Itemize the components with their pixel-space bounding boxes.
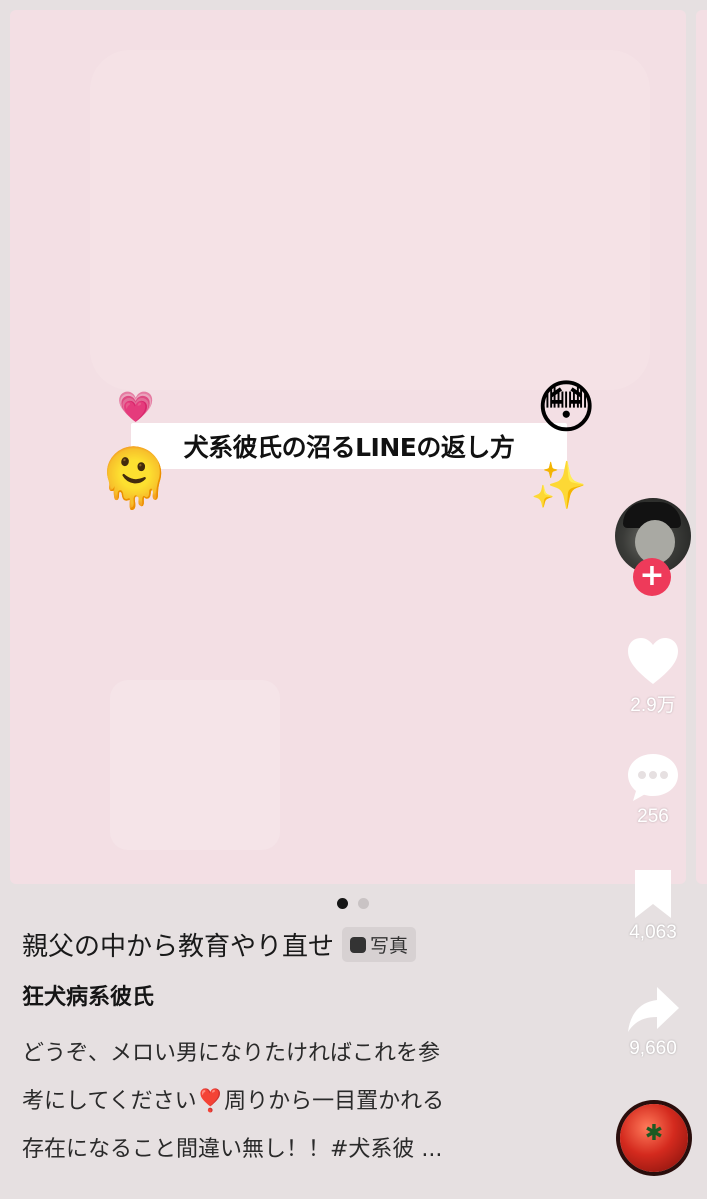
sparkles-emoji-icon: ✨ [530, 458, 588, 512]
comment-bubble-icon[interactable] [625, 750, 681, 806]
heart-icon[interactable] [625, 634, 681, 690]
share-arrow-icon[interactable] [625, 982, 681, 1038]
flushed-face-emoji-icon: 😳 [536, 373, 597, 441]
post-caption[interactable]: どうぞ、メロい男になりたければこれを参 考にしてください❣️周りから一目置かれる… [22, 1030, 552, 1174]
like-count: 2.9万 [630, 695, 676, 716]
caption-line: 考にしてください❣️周りから一目置かれる [22, 1089, 445, 1114]
creator-username[interactable]: 狂犬病系彼氏 [22, 979, 154, 1011]
background-shape [90, 50, 650, 390]
save-count: 4,063 [629, 922, 677, 943]
melting-face-emoji-icon: 🫠 [98, 444, 171, 512]
post-title-row: 親父の中から教育やり直せ 写真 [22, 926, 417, 963]
share-count: 9,660 [629, 1038, 677, 1059]
music-disc-icon[interactable]: ✱ [620, 1104, 688, 1172]
tomato-stem-icon: ✱ [644, 1121, 664, 1146]
bookmark-icon[interactable] [625, 866, 681, 922]
comment-action[interactable]: 256 [612, 750, 694, 828]
comment-count: 256 [637, 806, 669, 827]
photo-mode-badge: 写真 [342, 927, 417, 962]
caption-line: 存在になること間違い無し！！#犬系彼 ... [22, 1137, 443, 1162]
pagination-dot [358, 898, 369, 909]
photo-title-overlay: 犬系彼氏の沼るLINEの返し方 [131, 423, 567, 469]
heart-emoji-icon: 💗 [117, 390, 155, 425]
share-action[interactable]: 9,660 [612, 982, 694, 1060]
photo-stack-icon [350, 936, 367, 953]
caption-line: どうぞ、メロい男になりたければこれを参 [22, 1041, 441, 1066]
follow-button[interactable]: + [633, 558, 671, 596]
save-action[interactable]: 4,063 [612, 866, 694, 944]
photo-badge-label: 写真 [370, 935, 409, 957]
carousel-pagination [337, 898, 369, 909]
like-action[interactable]: 2.9万 [612, 634, 694, 717]
background-shape [110, 680, 280, 850]
next-photo-peek[interactable] [696, 10, 707, 884]
pagination-dot-active [337, 898, 348, 909]
post-title: 親父の中から教育やり直せ [22, 932, 335, 962]
